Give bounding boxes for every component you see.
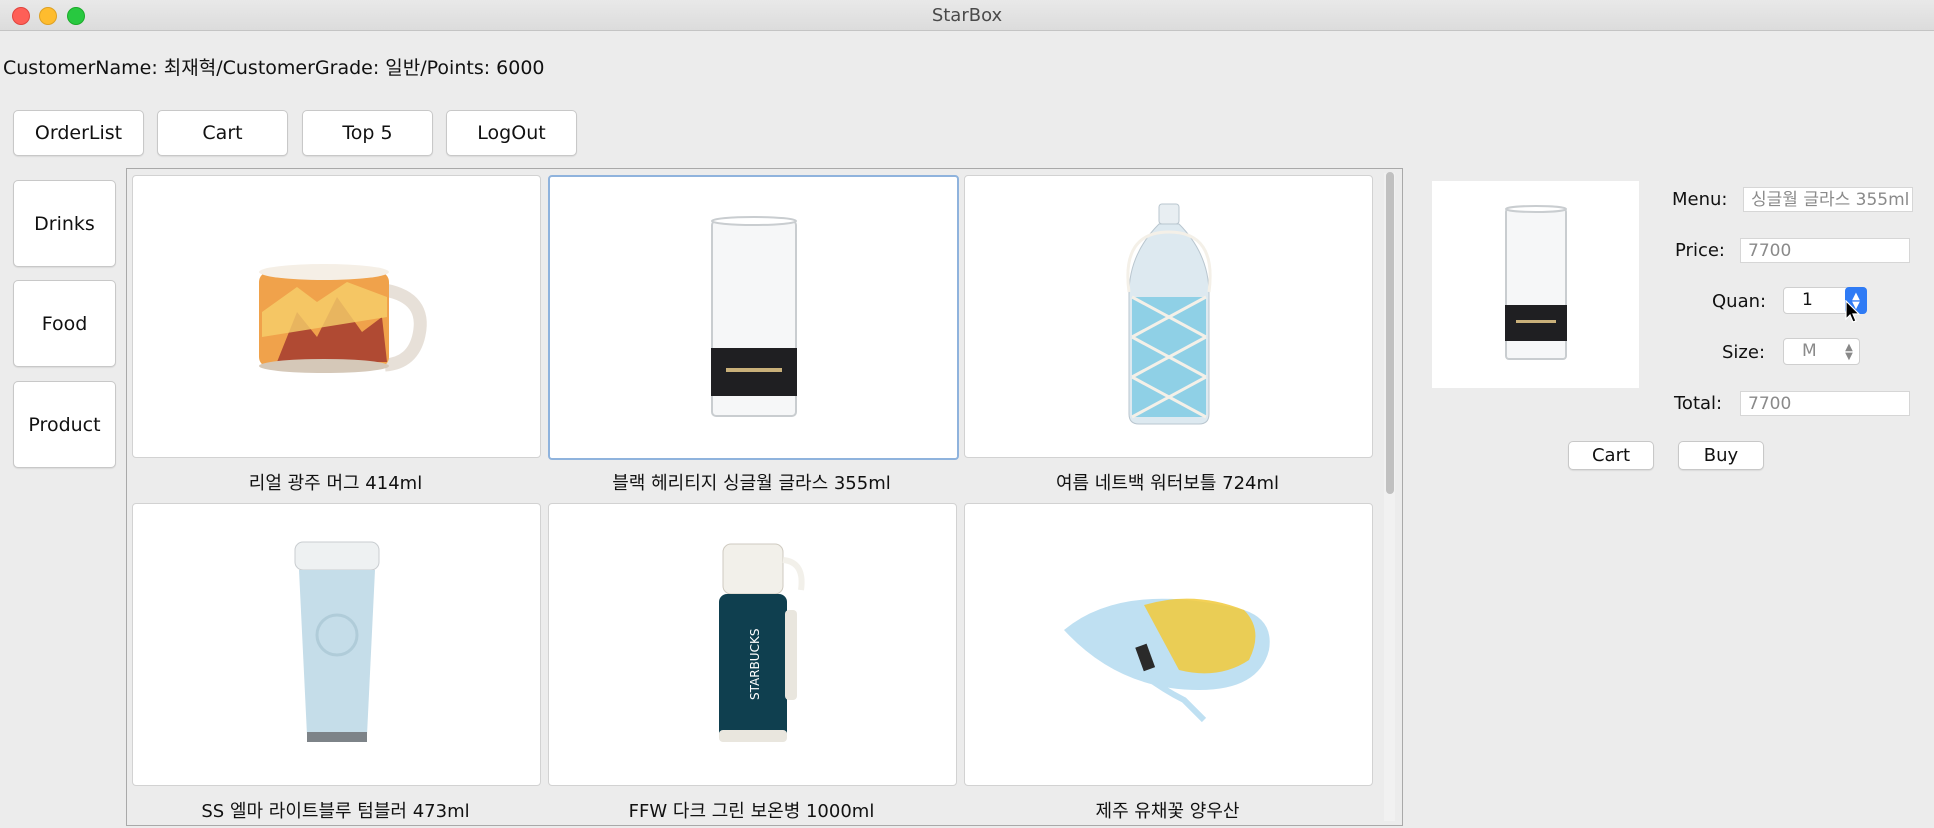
product-card-tumbler[interactable] — [132, 503, 541, 786]
total-label: Total: — [1674, 393, 1723, 414]
product-name: SS 엘마 라이트블루 텀블러 473ml — [201, 801, 470, 822]
category-product-button[interactable]: Product — [13, 381, 116, 468]
thermos-icon: STARBUCKS — [718, 543, 805, 742]
size-stepper[interactable]: M ▲ ▼ — [1783, 338, 1860, 365]
quan-label: Quan: — [1712, 291, 1767, 312]
product-card-mug[interactable] — [132, 175, 541, 458]
selected-product-preview — [1432, 181, 1639, 388]
product-card-umbrella[interactable] — [964, 503, 1373, 786]
add-to-cart-button[interactable]: Cart — [1568, 441, 1654, 470]
water-bottle-icon — [1125, 203, 1212, 424]
menu-field[interactable]: 싱글월 글라스 355ml — [1743, 187, 1913, 212]
product-card-thermos[interactable]: STARBUCKS — [548, 503, 957, 786]
grid-scrollbar-thumb[interactable] — [1386, 172, 1394, 494]
logout-button[interactable]: LogOut — [446, 110, 577, 156]
window-titlebar: StarBox — [0, 0, 1934, 31]
product-name: 여름 네트백 워터보틀 724ml — [1055, 473, 1280, 494]
glass-icon — [1504, 204, 1567, 360]
size-label: Size: — [1722, 342, 1766, 363]
umbrella-icon — [1063, 598, 1270, 722]
product-name: 제주 유채꽃 양우산 — [1095, 801, 1240, 822]
price-label: Price: — [1675, 240, 1725, 261]
glass-icon — [710, 215, 797, 417]
total-field[interactable]: 7700 — [1740, 391, 1910, 416]
size-value: M — [1802, 341, 1817, 361]
category-drinks-button[interactable]: Drinks — [13, 180, 116, 267]
product-name: FFW 다크 그린 보온병 1000ml — [628, 801, 875, 822]
mug-icon — [258, 263, 427, 373]
buy-button[interactable]: Buy — [1678, 441, 1764, 470]
price-field[interactable]: 7700 — [1740, 238, 1910, 263]
product-name: 리얼 광주 머그 414ml — [248, 473, 423, 494]
quantity-value: 1 — [1802, 290, 1813, 310]
cart-top-button[interactable]: Cart — [157, 110, 288, 156]
window-title: StarBox — [931, 5, 1003, 26]
customer-info: CustomerName: 최재혁/CustomerGrade: 일반/Poin… — [3, 57, 545, 79]
orderlist-button[interactable]: OrderList — [13, 110, 144, 156]
menu-label: Menu: — [1672, 189, 1728, 210]
product-name: 블랙 헤리티지 싱글월 글라스 355ml — [612, 473, 891, 494]
product-card-water-bottle[interactable] — [964, 175, 1373, 458]
top5-button[interactable]: Top 5 — [302, 110, 433, 156]
category-food-button[interactable]: Food — [13, 280, 116, 367]
svg-text:STARBUCKS: STARBUCKS — [748, 628, 762, 699]
mouse-cursor-icon — [1845, 300, 1861, 323]
tumbler-icon — [294, 541, 379, 742]
product-card-glass[interactable] — [548, 175, 959, 460]
size-arrows-icon[interactable]: ▲ ▼ — [1839, 339, 1859, 364]
